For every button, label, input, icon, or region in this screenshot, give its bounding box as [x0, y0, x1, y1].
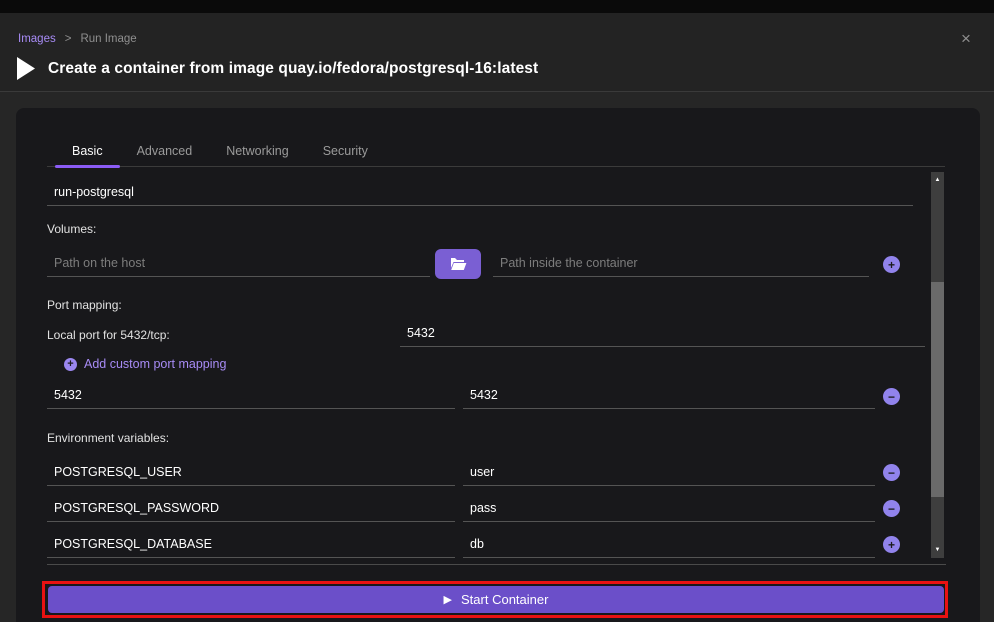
- breadcrumb-current: Run Image: [80, 33, 136, 45]
- custom-host-port-input[interactable]: [47, 381, 455, 409]
- play-icon: ▶: [444, 593, 452, 606]
- volumes-label: Volumes:: [47, 222, 96, 236]
- remove-env-var-button[interactable]: −: [883, 464, 900, 481]
- window-titlebar: [0, 0, 994, 13]
- browse-folder-button[interactable]: [435, 249, 481, 279]
- start-container-button[interactable]: ▶ Start Container: [48, 586, 944, 613]
- environment-variables-label: Environment variables:: [47, 431, 169, 445]
- volume-host-path-input[interactable]: [47, 249, 430, 277]
- remove-env-var-button[interactable]: −: [883, 500, 900, 517]
- volume-container-path-input[interactable]: [493, 249, 869, 277]
- scroll-up-icon[interactable]: ▲: [931, 175, 944, 185]
- tab-bar: Basic Advanced Networking Security: [47, 144, 945, 167]
- close-icon[interactable]: ×: [954, 27, 978, 51]
- add-custom-port-mapping-link[interactable]: + Add custom port mapping: [64, 357, 226, 371]
- title-row: Create a container from image quay.io/fe…: [16, 57, 538, 80]
- env-name-input[interactable]: [47, 458, 455, 486]
- env-value-input[interactable]: [463, 530, 875, 558]
- env-value-input[interactable]: [463, 494, 875, 522]
- folder-icon: [449, 257, 467, 271]
- add-env-var-button[interactable]: +: [883, 536, 900, 553]
- add-custom-port-mapping-label: Add custom port mapping: [84, 357, 226, 371]
- scroll-down-icon[interactable]: ▼: [931, 545, 944, 555]
- add-volume-button[interactable]: +: [883, 256, 900, 273]
- remove-port-mapping-button[interactable]: −: [883, 388, 900, 405]
- tab-advanced[interactable]: Advanced: [120, 144, 210, 166]
- breadcrumb: Images > Run Image: [18, 33, 137, 45]
- plus-icon: +: [64, 358, 77, 371]
- scrollbar[interactable]: ▲ ▼: [931, 172, 944, 558]
- page-title: Create a container from image quay.io/fe…: [48, 60, 538, 78]
- container-name-input[interactable]: [47, 178, 913, 206]
- breadcrumb-images-link[interactable]: Images: [18, 33, 56, 45]
- local-port-input[interactable]: [400, 319, 925, 347]
- tab-security[interactable]: Security: [306, 144, 385, 166]
- custom-container-port-input[interactable]: [463, 381, 875, 409]
- content-divider: [47, 564, 946, 565]
- play-icon: [16, 57, 35, 80]
- page-header: Images > Run Image × Create a container …: [0, 13, 994, 92]
- scrollbar-thumb[interactable]: [931, 282, 944, 497]
- start-container-label: Start Container: [461, 592, 548, 607]
- port-mapping-label: Port mapping:: [47, 298, 122, 312]
- env-name-input[interactable]: [47, 494, 455, 522]
- breadcrumb-separator-icon: >: [65, 33, 72, 45]
- env-name-input[interactable]: [47, 530, 455, 558]
- local-port-label: Local port for 5432/tcp:: [47, 328, 170, 342]
- run-image-card: Basic Advanced Networking Security Volum…: [16, 108, 980, 622]
- tab-basic[interactable]: Basic: [55, 144, 120, 166]
- tab-networking[interactable]: Networking: [209, 144, 306, 166]
- env-value-input[interactable]: [463, 458, 875, 486]
